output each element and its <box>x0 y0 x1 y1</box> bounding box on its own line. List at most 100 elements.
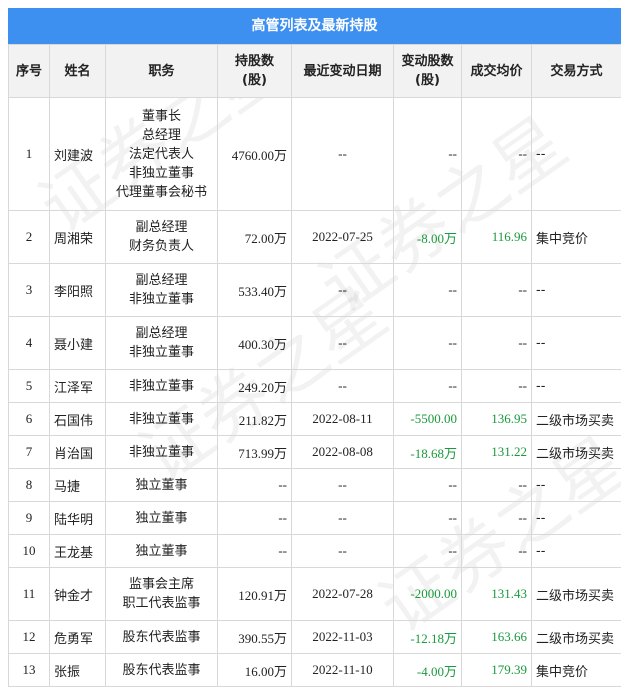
column-header: 姓名 <box>49 44 106 98</box>
row-number-cell: 5 <box>8 369 50 403</box>
trade-method-cell: 二级市场买卖 <box>531 567 621 621</box>
shares-cell: -- <box>217 501 292 535</box>
change-date-cell: -- <box>291 97 394 211</box>
table-row: 10 王龙基 独立董事 -- -- -- -- -- <box>8 534 621 568</box>
row-number-cell: 3 <box>8 263 50 317</box>
change-shares-cell: -- <box>393 468 462 502</box>
name-cell: 江泽军 <box>49 369 106 403</box>
role-cell: 独立董事 <box>105 534 218 568</box>
name-cell: 周湘荣 <box>49 210 106 264</box>
table-row: 3 李阳照 副总经理 非独立董事 533.40万 -- -- -- -- <box>8 263 621 317</box>
shares-cell: -- <box>217 534 292 568</box>
row-number-cell: 13 <box>8 653 50 687</box>
trade-method-cell: -- <box>531 97 621 211</box>
change-shares-cell: -- <box>393 316 462 370</box>
avg-price-cell: 131.43 <box>461 567 532 621</box>
change-shares-cell: -- <box>393 263 462 317</box>
column-header: 变动股数 (股) <box>393 44 462 98</box>
avg-price-cell: 179.39 <box>461 653 532 687</box>
shares-cell: 533.40万 <box>217 263 292 317</box>
name-cell: 张振 <box>49 653 106 687</box>
change-shares-cell: -2000.00 <box>393 567 462 621</box>
row-number-cell: 11 <box>8 567 50 621</box>
change-shares-cell: -5500.00 <box>393 402 462 436</box>
role-cell: 监事会主席 职工代表监事 <box>105 567 218 621</box>
change-shares-cell: -4.00万 <box>393 653 462 687</box>
shares-cell: 4760.00万 <box>217 97 292 211</box>
row-number-cell: 2 <box>8 210 50 264</box>
change-date-cell: -- <box>291 534 394 568</box>
change-shares-cell: -- <box>393 97 462 211</box>
avg-price-cell: 136.95 <box>461 402 532 436</box>
holdings-panel: 高管列表及最新持股 序号 姓名 职务 持股数 (股) 最近变动日期 变动股数 (股) 成交均价交… <box>8 8 621 687</box>
role-cell: 非独立董事 <box>105 435 218 469</box>
table-row: 5 江泽军 非独立董事 249.20万 -- -- -- -- <box>8 369 621 403</box>
table-row: 2 周湘荣 副总经理 财务负责人 72.00万 2022-07-25 -8.00万 116.9… <box>8 210 621 264</box>
table-row: 8 马捷 独立董事 -- -- -- -- -- <box>8 468 621 502</box>
avg-price-cell: -- <box>461 316 532 370</box>
shares-cell: 249.20万 <box>217 369 292 403</box>
row-number-cell: 8 <box>8 468 50 502</box>
column-header: 交易方式 <box>531 44 621 98</box>
avg-price-cell: -- <box>461 263 532 317</box>
role-cell: 副总经理 非独立董事 <box>105 263 218 317</box>
trade-method-cell: 二级市场买卖 <box>531 435 621 469</box>
shares-cell: 390.55万 <box>217 620 292 654</box>
row-number-cell: 1 <box>8 97 50 211</box>
change-date-cell: 2022-08-11 <box>291 402 394 436</box>
avg-price-cell: 131.22 <box>461 435 532 469</box>
avg-price-cell: -- <box>461 468 532 502</box>
role-cell: 独立董事 <box>105 501 218 535</box>
role-cell: 非独立董事 <box>105 402 218 436</box>
avg-price-cell: -- <box>461 534 532 568</box>
row-number-cell: 9 <box>8 501 50 535</box>
column-header: 职务 <box>105 44 218 98</box>
table-row: 4 聂小建 副总经理 非独立董事 400.30万 -- -- -- -- <box>8 316 621 370</box>
name-cell: 李阳照 <box>49 263 106 317</box>
name-cell: 马捷 <box>49 468 106 502</box>
table-body: 1 刘建波 董事长 总经理 法定代表人 非独立董事 代理董事会秘书 4760.00万 -- -- -… <box>8 97 621 687</box>
change-shares-cell: -8.00万 <box>393 210 462 264</box>
row-number-cell: 12 <box>8 620 50 654</box>
trade-method-cell: 集中竞价 <box>531 653 621 687</box>
name-cell: 陆华明 <box>49 501 106 535</box>
shares-cell: 16.00万 <box>217 653 292 687</box>
role-cell: 董事长 总经理 法定代表人 非独立董事 代理董事会秘书 <box>105 97 218 211</box>
shares-cell: 211.82万 <box>217 402 292 436</box>
column-header: 成交均价 <box>461 44 532 98</box>
change-shares-cell: -- <box>393 501 462 535</box>
trade-method-cell: -- <box>531 534 621 568</box>
role-cell: 股东代表监事 <box>105 620 218 654</box>
table-row: 1 刘建波 董事长 总经理 法定代表人 非独立董事 代理董事会秘书 4760.00万 -- -- -… <box>8 97 621 211</box>
change-date-cell: 2022-07-28 <box>291 567 394 621</box>
name-cell: 危勇军 <box>49 620 106 654</box>
change-shares-cell: -12.18万 <box>393 620 462 654</box>
column-header: 最近变动日期 <box>291 44 394 98</box>
header-row: 序号 姓名 职务 持股数 (股) 最近变动日期 变动股数 (股) 成交均价 交易方式 <box>8 44 621 98</box>
table-row: 11 钟金才 监事会主席 职工代表监事 120.91万 2022-07-28 -2000.0… <box>8 567 621 621</box>
change-date-cell: 2022-11-03 <box>291 620 394 654</box>
change-shares-cell: -- <box>393 369 462 403</box>
table-title: 高管列表及最新持股 <box>8 8 621 44</box>
role-cell: 非独立董事 <box>105 369 218 403</box>
shares-cell: 400.30万 <box>217 316 292 370</box>
change-date-cell: -- <box>291 501 394 535</box>
table-row: 9 陆华明 独立董事 -- -- -- -- -- <box>8 501 621 535</box>
role-cell: 副总经理 财务负责人 <box>105 210 218 264</box>
trade-method-cell: -- <box>531 468 621 502</box>
trade-method-cell: -- <box>531 316 621 370</box>
trade-method-cell: -- <box>531 501 621 535</box>
avg-price-cell: -- <box>461 501 532 535</box>
row-number-cell: 7 <box>8 435 50 469</box>
avg-price-cell: 163.66 <box>461 620 532 654</box>
change-shares-cell: -- <box>393 534 462 568</box>
role-cell: 副总经理 非独立董事 <box>105 316 218 370</box>
table-row: 7 肖治国 非独立董事 713.99万 2022-08-08 -18.68万 131.22 二… <box>8 435 621 469</box>
executive-holdings-table: 序号 姓名 职务 持股数 (股) 最近变动日期 变动股数 (股) 成交均价 交易方式 1 刘建波 董事… <box>8 44 621 687</box>
row-number-cell: 10 <box>8 534 50 568</box>
name-cell: 肖治国 <box>49 435 106 469</box>
change-date-cell: -- <box>291 468 394 502</box>
trade-method-cell: 二级市场买卖 <box>531 402 621 436</box>
name-cell: 聂小建 <box>49 316 106 370</box>
shares-cell: -- <box>217 468 292 502</box>
